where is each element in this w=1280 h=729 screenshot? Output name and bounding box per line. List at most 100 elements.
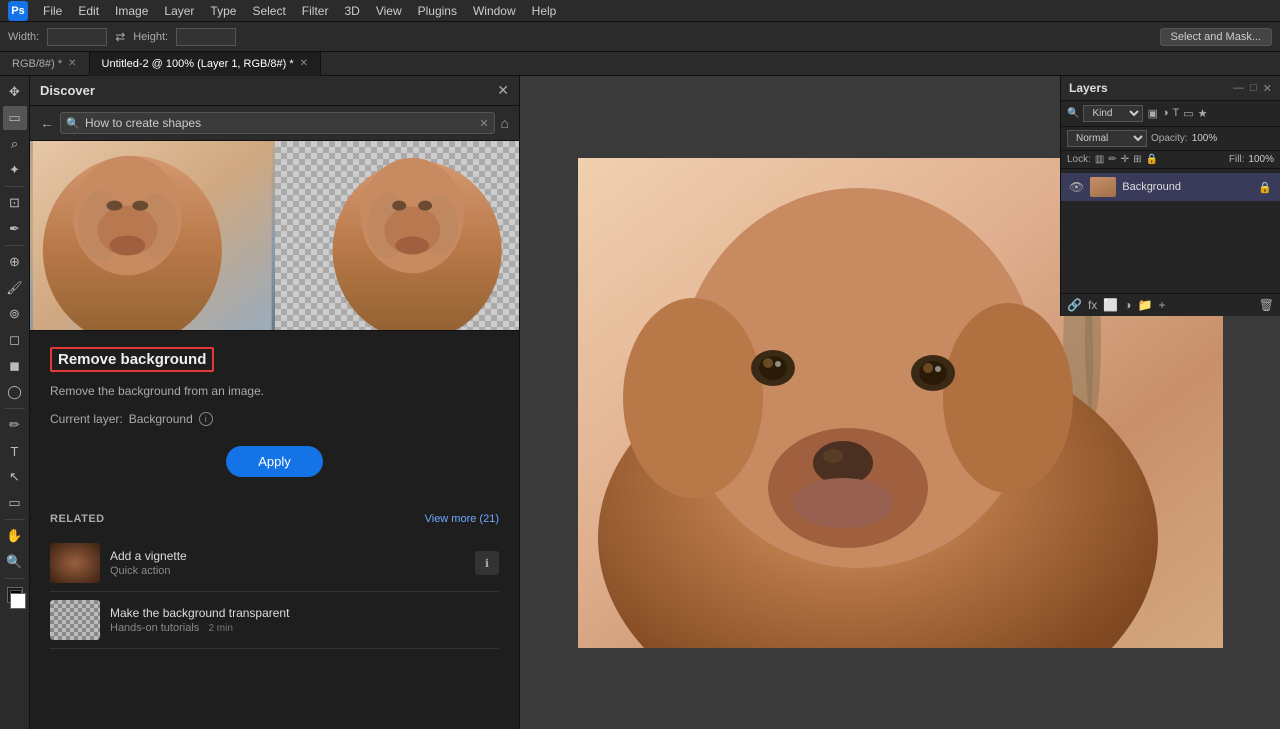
tab-2[interactable]: Untitled-2 @ 100% (Layer 1, RGB/8#) * ✕ bbox=[90, 52, 322, 76]
shape-filter-icon[interactable]: ▭ bbox=[1183, 107, 1193, 120]
kind-label: 🔍 bbox=[1067, 108, 1079, 119]
feature-title: Remove background bbox=[50, 347, 214, 372]
discover-panel: Discover ✕ ← 🔍 ✕ ⌂ bbox=[30, 76, 520, 729]
preview-extracted bbox=[275, 141, 520, 330]
adjustment-layer-icon[interactable]: ◑ bbox=[1124, 298, 1131, 312]
related-thumb-transparent bbox=[50, 600, 100, 640]
blend-mode-select[interactable]: Normal bbox=[1067, 130, 1147, 147]
new-layer-icon[interactable]: + bbox=[1158, 298, 1165, 312]
swap-icon: ⇄ bbox=[115, 30, 125, 44]
height-input[interactable] bbox=[176, 28, 236, 46]
layers-bottom-bar: 🔗 fx ⬜ ◑ 📁 + 🗑 bbox=[1061, 293, 1280, 316]
discover-home-button[interactable]: ⌂ bbox=[501, 115, 509, 131]
layer-background-thumb bbox=[1090, 177, 1116, 197]
smart-filter-icon[interactable]: ★ bbox=[1198, 107, 1208, 120]
apply-button[interactable]: Apply bbox=[226, 446, 323, 477]
tool-separator-5 bbox=[5, 578, 25, 579]
current-layer-label: Current layer: bbox=[50, 412, 123, 426]
canvas-area[interactable]: Layers — □ ✕ 🔍 Kind ▣ ◑ T ▭ ★ bbox=[520, 76, 1280, 729]
menu-select[interactable]: Select bbox=[245, 2, 292, 20]
menu-plugins[interactable]: Plugins bbox=[411, 2, 464, 20]
tab-1[interactable]: RGB/8#) * ✕ bbox=[0, 52, 90, 76]
menu-filter[interactable]: Filter bbox=[295, 2, 336, 20]
type-filter-icon[interactable]: T bbox=[1173, 107, 1180, 120]
lock-icons: ▥ ✏ ✛ ⊞ 🔒 bbox=[1095, 154, 1158, 165]
discover-search-input[interactable] bbox=[60, 112, 495, 134]
layers-panel-header: Layers — □ ✕ bbox=[1061, 76, 1280, 101]
lock-transparent-icon[interactable]: ▥ bbox=[1095, 154, 1104, 165]
tab-2-close[interactable]: ✕ bbox=[300, 58, 308, 69]
layer-background-row[interactable]: 👁 Background 🔒 bbox=[1061, 173, 1280, 201]
layers-header-icons: — □ ✕ bbox=[1233, 82, 1272, 95]
eraser-tool[interactable]: ◻ bbox=[3, 328, 27, 352]
add-mask-icon[interactable]: ⬜ bbox=[1103, 298, 1118, 312]
tab-1-close[interactable]: ✕ bbox=[68, 58, 76, 69]
layers-close-icon[interactable]: ✕ bbox=[1263, 82, 1272, 95]
menu-layer[interactable]: Layer bbox=[157, 2, 201, 20]
search-clear-button[interactable]: ✕ bbox=[479, 117, 488, 130]
adjustment-filter-icon[interactable]: ◑ bbox=[1162, 107, 1169, 120]
layers-kind-select[interactable]: Kind bbox=[1083, 105, 1143, 122]
move-tool[interactable]: ✥ bbox=[3, 80, 27, 104]
fill-label: Fill: bbox=[1229, 154, 1245, 165]
related-item-vignette[interactable]: Add a vignette Quick action ℹ bbox=[50, 535, 499, 592]
pen-tool[interactable]: ✏ bbox=[3, 413, 27, 437]
discover-search-bar: ← 🔍 ✕ ⌂ bbox=[30, 106, 519, 141]
new-group-icon[interactable]: 📁 bbox=[1138, 298, 1153, 312]
zoom-tool[interactable]: 🔍 bbox=[3, 550, 27, 574]
lock-artboard-icon[interactable]: ⊞ bbox=[1133, 154, 1141, 165]
tool-separator-4 bbox=[5, 519, 25, 520]
type-tool[interactable]: T bbox=[3, 439, 27, 463]
fx-icon[interactable]: fx bbox=[1088, 298, 1097, 312]
dodge-tool[interactable]: ◯ bbox=[3, 380, 27, 404]
related-item-transparent[interactable]: Make the background transparent Hands-on… bbox=[50, 592, 499, 649]
discover-close-button[interactable]: ✕ bbox=[497, 82, 509, 99]
menu-image[interactable]: Image bbox=[108, 2, 155, 20]
menu-3d[interactable]: 3D bbox=[337, 2, 366, 20]
link-layers-icon[interactable]: 🔗 bbox=[1067, 298, 1082, 312]
menu-view[interactable]: View bbox=[369, 2, 409, 20]
selection-marquee-tool[interactable]: ▭ bbox=[3, 106, 27, 130]
eyedropper-tool[interactable]: ✒ bbox=[3, 217, 27, 241]
tab-1-label: RGB/8#) * bbox=[12, 58, 62, 70]
options-bar: Width: ⇄ Height: Select and Mask... bbox=[0, 22, 1280, 52]
related-item-transparent-sub: Hands-on tutorials 2 min bbox=[110, 622, 499, 634]
opacity-label: Opacity: bbox=[1151, 133, 1188, 144]
healing-tool[interactable]: ⊕ bbox=[3, 250, 27, 274]
layers-blend-row: Normal Opacity: 100% bbox=[1061, 127, 1280, 151]
path-selection-tool[interactable]: ↖ bbox=[3, 465, 27, 489]
hand-tool[interactable]: ✋ bbox=[3, 524, 27, 548]
search-back-button[interactable]: ← bbox=[40, 115, 54, 131]
related-item-vignette-info-btn[interactable]: ℹ bbox=[475, 551, 499, 575]
magic-wand-tool[interactable]: ✦ bbox=[3, 158, 27, 182]
preview-original bbox=[30, 141, 275, 330]
pixel-filter-icon[interactable]: ▣ bbox=[1147, 107, 1157, 120]
preview-original-image bbox=[30, 141, 275, 330]
lasso-tool[interactable]: ⌕ bbox=[3, 132, 27, 156]
layer-eye-icon[interactable]: 👁 bbox=[1069, 180, 1084, 194]
shape-tool[interactable]: ▭ bbox=[3, 491, 27, 515]
crop-tool[interactable]: ⊡ bbox=[3, 191, 27, 215]
view-more-button[interactable]: View more (21) bbox=[425, 513, 499, 525]
menu-file[interactable]: File bbox=[36, 2, 69, 20]
layers-lock-row: Lock: ▥ ✏ ✛ ⊞ 🔒 Fill: 100% bbox=[1061, 151, 1280, 169]
gradient-tool[interactable]: ◼ bbox=[3, 354, 27, 378]
menu-type[interactable]: Type bbox=[203, 2, 243, 20]
menu-help[interactable]: Help bbox=[525, 2, 564, 20]
lock-all-icon[interactable]: 🔒 bbox=[1146, 154, 1158, 165]
layer-background-name: Background bbox=[1122, 181, 1252, 193]
delete-layer-icon[interactable]: 🗑 bbox=[1259, 298, 1274, 312]
width-input[interactable] bbox=[47, 28, 107, 46]
clone-stamp-tool[interactable]: ⊚ bbox=[3, 302, 27, 326]
current-layer-value: Background bbox=[129, 412, 193, 426]
layers-expand-icon[interactable]: □ bbox=[1250, 82, 1257, 95]
background-color-swatch[interactable] bbox=[10, 593, 26, 609]
lock-pixels-icon[interactable]: ✏ bbox=[1108, 154, 1116, 165]
menu-edit[interactable]: Edit bbox=[71, 2, 106, 20]
lock-position-icon[interactable]: ✛ bbox=[1121, 154, 1129, 165]
menu-window[interactable]: Window bbox=[466, 2, 523, 20]
brush-tool[interactable]: 🖌 bbox=[3, 276, 27, 300]
layers-minimize-icon[interactable]: — bbox=[1233, 82, 1244, 95]
select-mask-button[interactable]: Select and Mask... bbox=[1160, 28, 1273, 46]
layer-info-icon[interactable]: i bbox=[199, 412, 213, 426]
